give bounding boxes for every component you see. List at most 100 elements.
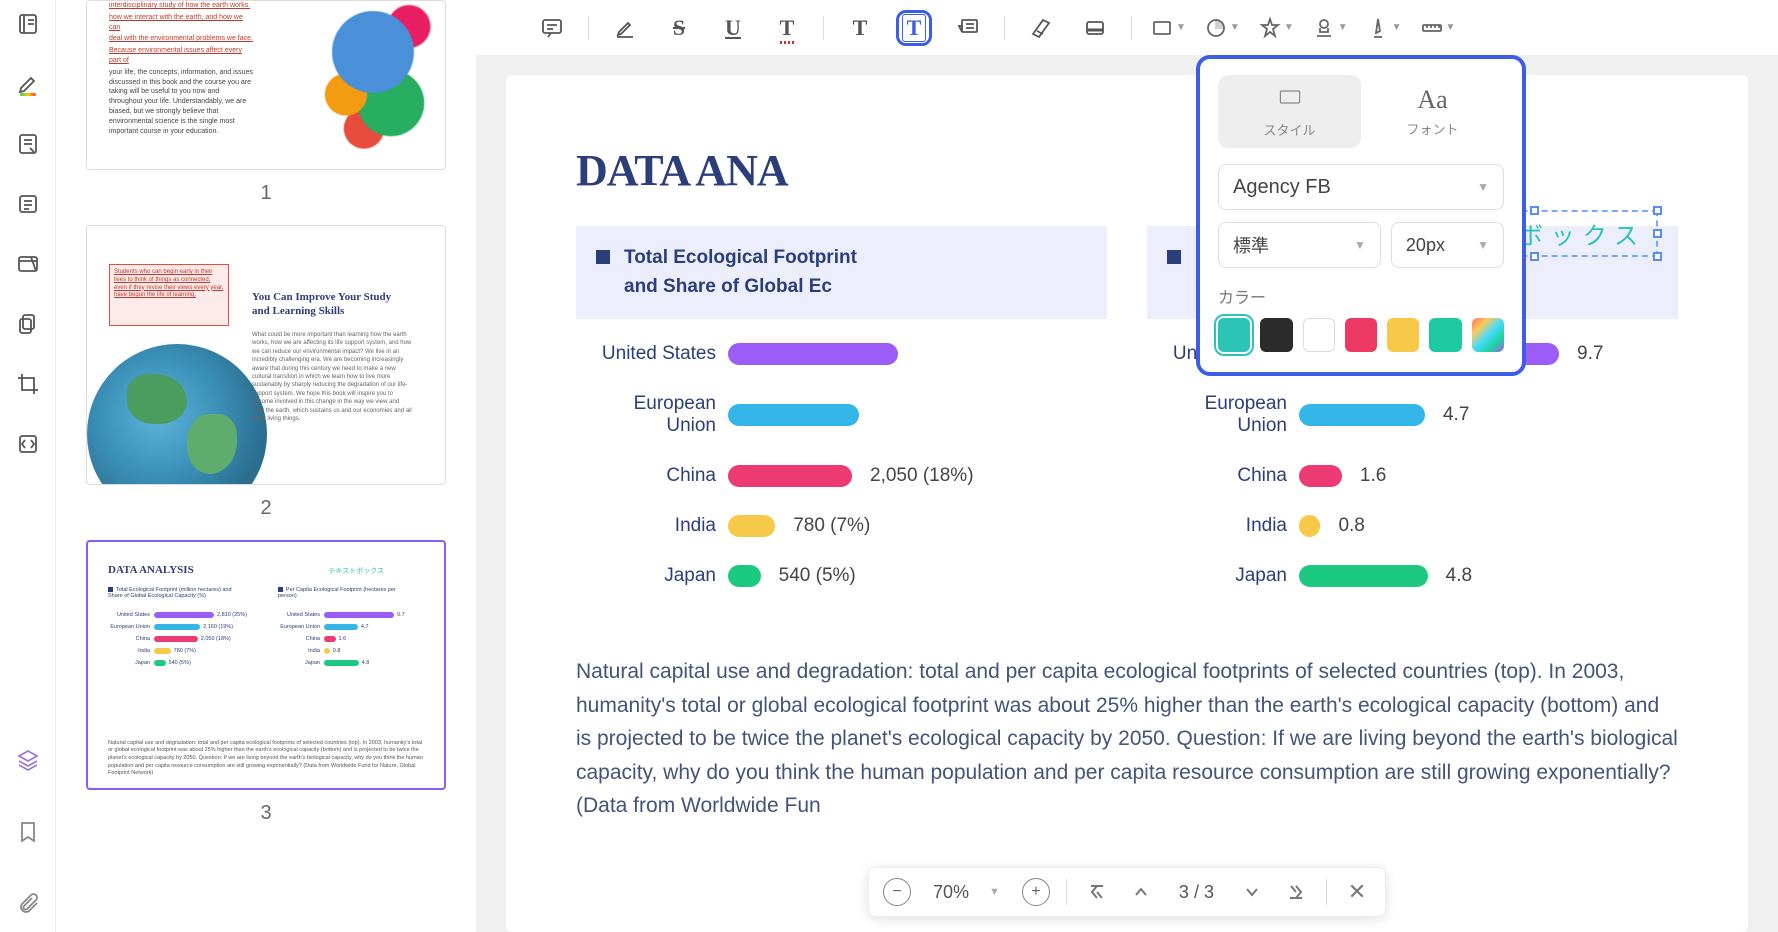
thumb1-body: your life, the concepts, information, an… [109, 69, 253, 135]
highlighter-icon[interactable] [12, 68, 44, 100]
squiggly-tool[interactable]: T [769, 10, 805, 46]
legend-square-icon [1167, 250, 1181, 264]
thumb1-redtext: how we interact with the earth, and how … [109, 13, 254, 33]
resize-handle[interactable] [1530, 252, 1539, 261]
star-tool[interactable]: ▼ [1258, 16, 1294, 40]
color-swatch[interactable] [1472, 318, 1504, 352]
font-weight-select[interactable]: 標準 ▼ [1218, 222, 1381, 268]
duplicate-icon[interactable] [12, 308, 44, 340]
zoom-in-button[interactable]: + [1022, 878, 1050, 906]
prev-page-button[interactable] [1127, 878, 1155, 906]
left-sidebar [0, 0, 56, 932]
text-tool[interactable]: T [842, 10, 878, 46]
ruler-tool[interactable]: ▼ [1420, 16, 1456, 40]
font-size-value: 20px [1406, 235, 1445, 256]
resize-handle[interactable] [1653, 252, 1662, 261]
callout-tool[interactable] [950, 10, 986, 46]
underline-tool[interactable]: U [715, 10, 751, 46]
chart-row: India780 (7%) [586, 515, 1097, 537]
thumb3-title: DATA ANALYSIS [108, 564, 194, 576]
chart-row: United States [586, 343, 1097, 365]
thumbnail-3[interactable]: DATA ANALYSIS テキストボックス Total Ecological … [86, 540, 446, 825]
bookmark-icon[interactable] [12, 816, 44, 848]
font-panel: スタイル Aa フォント Agency FB ▼ 標準 ▼ 20px ▼ [1196, 55, 1526, 376]
thumb2-callout: Students who can begin early in their li… [109, 264, 229, 326]
thumb-number: 3 [86, 802, 446, 825]
thumb2-body: What could be more important than learni… [252, 331, 412, 423]
signature-tool[interactable]: ▼ [1366, 16, 1402, 40]
first-page-button[interactable] [1083, 878, 1111, 906]
parrot-image [265, 1, 445, 170]
thumb-number: 2 [86, 497, 446, 520]
thumb3-para: Natural capital use and degradation: tot… [108, 740, 424, 778]
highlight-tool[interactable] [607, 10, 643, 46]
chevron-down-icon: ▼ [989, 886, 1000, 898]
rectangle-tool[interactable]: ▼ [1150, 16, 1186, 40]
chevron-down-icon: ▼ [1354, 238, 1366, 252]
color-swatches [1218, 318, 1504, 352]
style-tab[interactable]: スタイル [1218, 75, 1361, 148]
close-button[interactable]: ✕ [1343, 878, 1371, 906]
earth-image [87, 344, 267, 485]
layers-icon[interactable] [12, 744, 44, 776]
chart-row: China2,050 (18%) [586, 465, 1097, 487]
area-highlight-tool[interactable] [1077, 10, 1113, 46]
color-swatch[interactable] [1345, 318, 1377, 352]
thumb3-legend-left: Total Ecological Footprint (million hect… [108, 587, 243, 599]
left-chart: Total Ecological Footprintand Share of G… [576, 226, 1107, 625]
thumb3-chart-right: United States9.7European Union4.7China1.… [278, 612, 433, 672]
comment-tool[interactable] [534, 10, 570, 46]
swap-icon[interactable] [12, 428, 44, 460]
chart-row: India0.8 [1157, 515, 1668, 537]
resize-handle[interactable] [1653, 206, 1662, 215]
color-swatch[interactable] [1429, 318, 1461, 352]
crop-icon[interactable] [12, 368, 44, 400]
thumbnail-2[interactable]: Students who can begin early in their li… [86, 225, 446, 520]
resize-handle[interactable] [1530, 206, 1539, 215]
shape-tool[interactable]: ▼ [1204, 16, 1240, 40]
strikethrough-tool[interactable]: S [661, 10, 697, 46]
style-tab-label: スタイル [1263, 123, 1315, 138]
page-navigation: − 70%▼ + 3 / 3 ✕ [868, 867, 1386, 917]
zoom-select[interactable]: 70%▼ [927, 882, 1006, 903]
thumb3-textbox: テキストボックス [328, 566, 384, 576]
resize-handle[interactable] [1653, 229, 1662, 238]
font-family-select[interactable]: Agency FB ▼ [1218, 164, 1504, 210]
font-weight-value: 標準 [1233, 232, 1269, 258]
thumb1-redtext: deal with the environmental problems we … [109, 34, 254, 44]
note-icon[interactable] [12, 128, 44, 160]
eraser-tool[interactable] [1023, 10, 1059, 46]
thumb1-redtext: Because environmental issues affect ever… [109, 46, 254, 66]
chart-row: European Union [586, 393, 1097, 437]
page-content: DATA ANA キストボックス Total Ecological Footpr… [506, 75, 1748, 932]
textbox-tool[interactable]: T [896, 10, 932, 46]
zoom-out-button[interactable]: − [883, 878, 911, 906]
stamp-tool[interactable]: ▼ [1312, 16, 1348, 40]
chart-row: Japan4.8 [1157, 565, 1668, 587]
thumbnail-1[interactable]: interdisciplinary study of how the earth… [86, 0, 446, 205]
main-canvas: S U T T T ▼ ▼ ▼ ▼ ▼ ▼ スタイル [476, 0, 1778, 932]
font-icon: Aa [1361, 85, 1504, 115]
legend-square-icon [596, 250, 610, 264]
last-page-button[interactable] [1282, 878, 1310, 906]
thumb2-title: You Can Improve Your Study and Learning … [252, 290, 402, 319]
font-size-select[interactable]: 20px ▼ [1391, 222, 1504, 268]
page-indicator: 3 / 3 [1171, 882, 1222, 903]
next-page-button[interactable] [1238, 878, 1266, 906]
font-family-value: Agency FB [1233, 176, 1331, 199]
thumb1-redtext: interdisciplinary study of how the earth… [109, 1, 254, 11]
left-chart-header: Total Ecological Footprintand Share of G… [624, 244, 857, 301]
color-swatch[interactable] [1387, 318, 1419, 352]
annotation-toolbar: S U T T T ▼ ▼ ▼ ▼ ▼ ▼ [476, 0, 1778, 55]
color-swatch[interactable] [1303, 318, 1335, 352]
thumb3-chart-left: United States2,810 (25%)European Union2,… [108, 612, 263, 672]
notebook-icon[interactable] [12, 8, 44, 40]
font-tab[interactable]: Aa フォント [1361, 75, 1504, 148]
form-icon[interactable] [12, 248, 44, 280]
chart-row: European Union4.7 [1157, 393, 1668, 437]
list-icon[interactable] [12, 188, 44, 220]
color-swatch[interactable] [1260, 318, 1292, 352]
style-icon [1218, 85, 1361, 116]
attachment-icon[interactable] [12, 888, 44, 920]
color-swatch[interactable] [1218, 318, 1250, 352]
